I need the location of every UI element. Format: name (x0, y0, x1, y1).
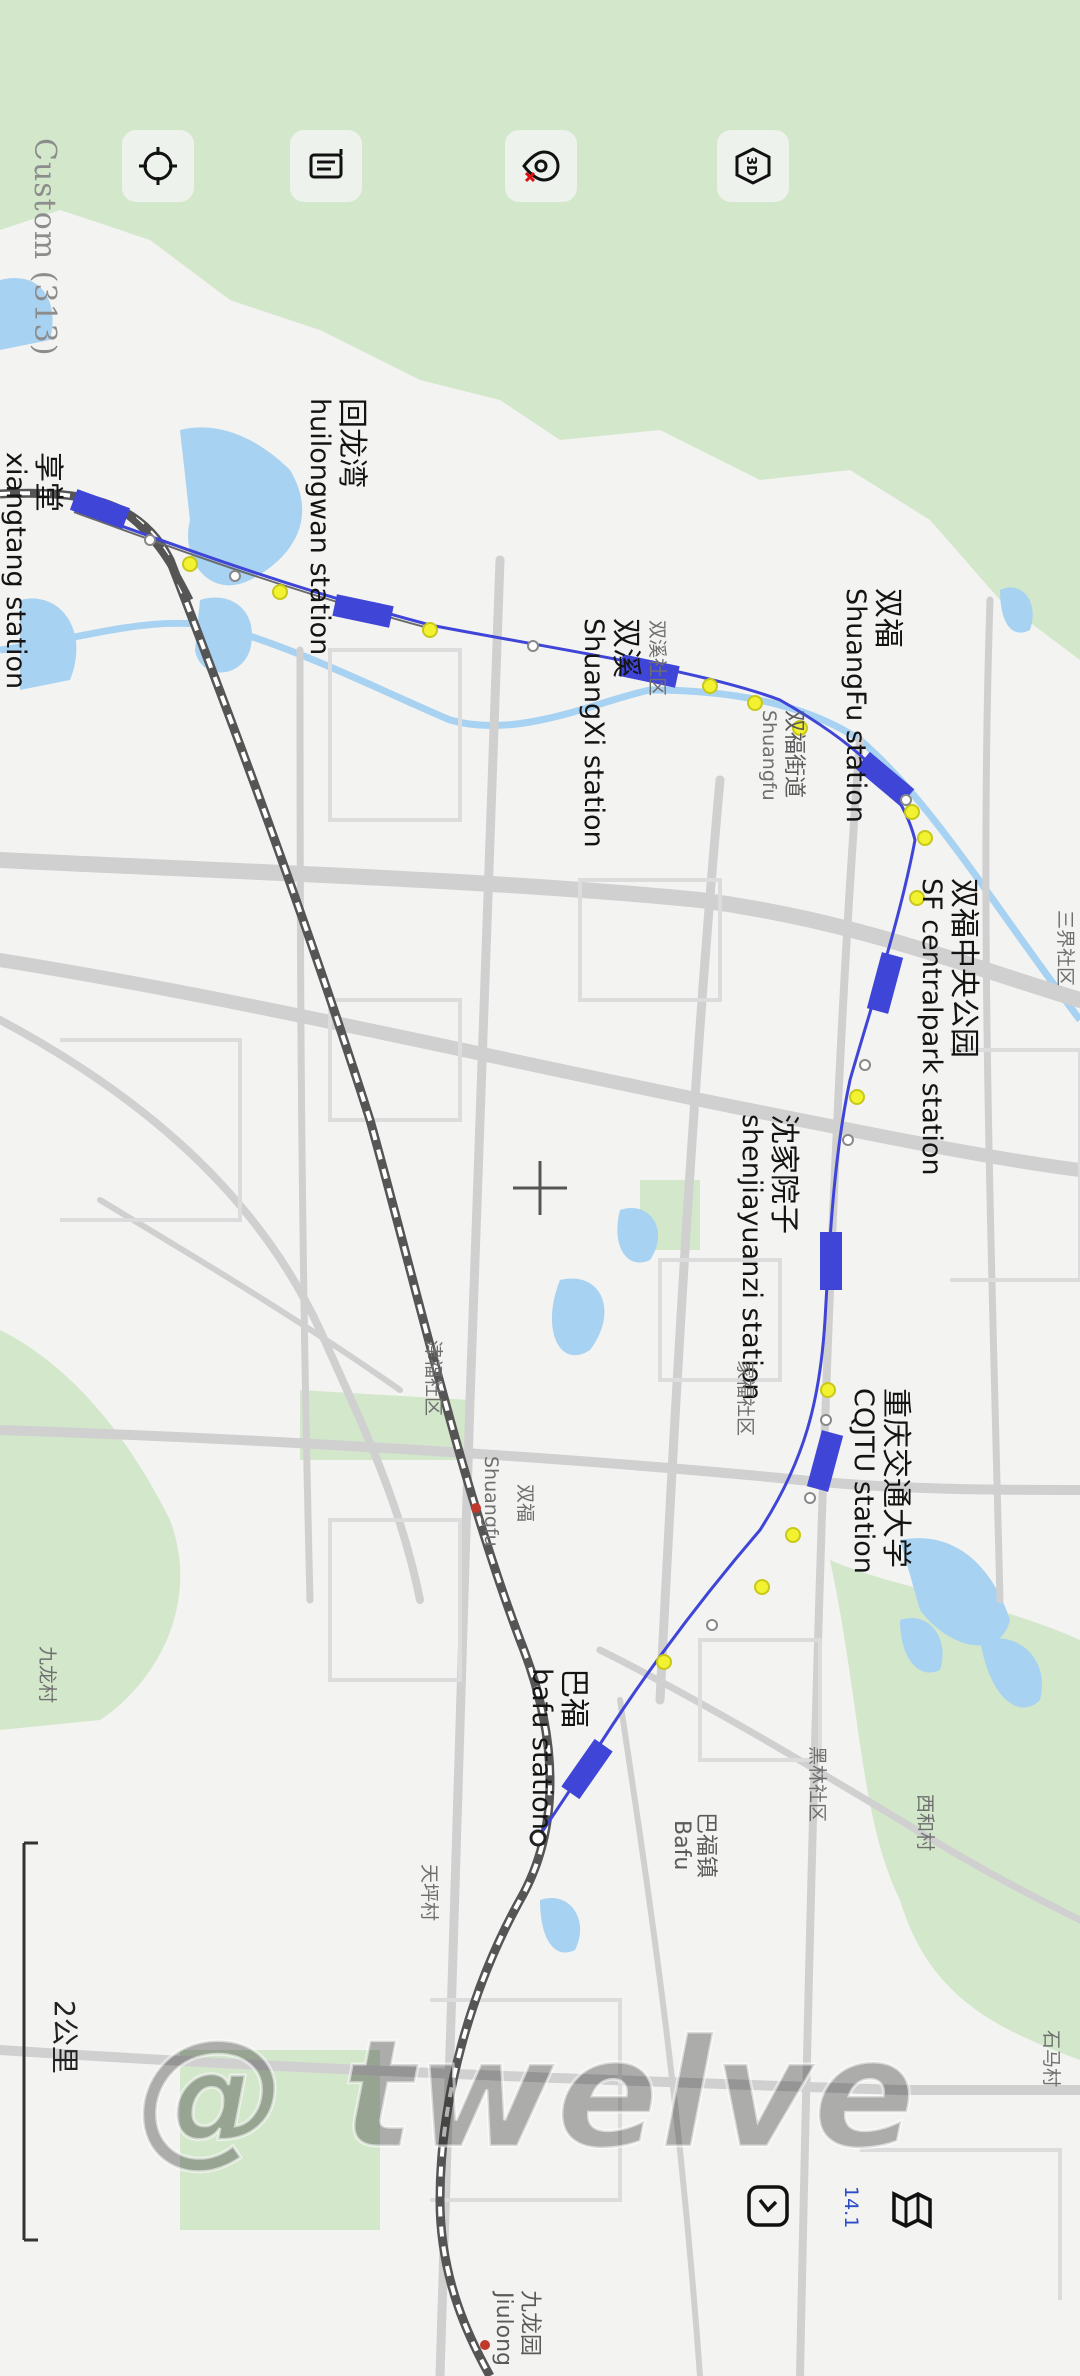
scale-label: 2公里 (48, 2000, 81, 2074)
station-cn: 享堂 (30, 452, 65, 512)
station-label-bafu[interactable]: 巴福 bafu station (526, 1668, 591, 1830)
watermark: @ twelve (134, 2007, 918, 2184)
center-crosshair-icon (513, 1161, 567, 1215)
place-jiulong-village: 九龙村 (36, 1646, 58, 1704)
station-en: SF centralpark station (916, 878, 948, 1176)
station-label-xiangtang[interactable]: 享堂 xiangtang station (0, 452, 65, 690)
station-label-sf-centralpark[interactable]: 双福中央公园 SF centralpark station (916, 878, 981, 1176)
place-bafu-en: Bafu (669, 1820, 694, 1871)
3d-view-button[interactable]: 3D (717, 130, 789, 202)
place-sanjie-community: 三界社区 (1054, 910, 1076, 987)
station-cn: 回龙湾 (334, 398, 369, 488)
place-shuangfu-cn: 双福 (514, 1484, 536, 1523)
station-label-shuangfu[interactable]: 双福 ShuangFu station (840, 588, 905, 823)
station-en: shenjiayuanzi station (736, 1114, 768, 1401)
compass-icon (747, 2185, 789, 2227)
station-en: ShuangXi station (578, 618, 610, 848)
place-shima-village: 石马村 (1040, 2030, 1062, 2088)
hide-location-button[interactable] (505, 130, 577, 202)
3d-cube-icon: 3D (735, 147, 771, 185)
place-shuangfu-rail: Shuangfu (480, 1456, 502, 1547)
place-shuangxi-community: 双溪社区 (646, 620, 668, 697)
svg-text:3D: 3D (743, 156, 758, 176)
route-list-icon (309, 149, 343, 179)
place-jiafu-community: 家福社区 (734, 1360, 756, 1437)
station-cn: 双溪 (608, 618, 643, 678)
station-cn: 重庆交通大学 (878, 1388, 913, 1568)
platform-sf-centralpark (866, 952, 904, 1014)
station-en: CQJTU station (848, 1388, 880, 1574)
zoom-level: 14.1 (840, 2186, 862, 2229)
place-jinfu-community: 津福社区 (422, 1340, 444, 1417)
crosshair-icon (139, 147, 177, 185)
location-off-icon (522, 150, 560, 183)
station-cn: 巴福 (556, 1668, 591, 1728)
station-label-shenjiayuanzi[interactable]: 沈家院子 shenjiayuanzi station (736, 1114, 801, 1401)
place-tianping-village: 天坪村 (418, 1864, 440, 1922)
place-shuangfu-en: Shuangfu (758, 710, 780, 801)
place-shuangfu-street: 双福街道 (781, 710, 806, 799)
station-label-cqjtu[interactable]: 重庆交通大学 CQJTU station (848, 1388, 913, 1574)
station-en: ShuangFu station (840, 588, 872, 823)
route-list-button[interactable] (290, 130, 362, 202)
place-heilin-community: 黑林社区 (806, 1746, 828, 1823)
rail-station-jiulong (480, 2340, 490, 2350)
scale-bar (22, 1841, 38, 2242)
custom-layer-label: Custom (313) (27, 138, 62, 357)
station-label-shuangxi[interactable]: 双溪 ShuangXi station (578, 618, 643, 848)
station-label-huilongwan[interactable]: 回龙湾 huilongwan station (304, 398, 369, 656)
place-bafu-town: 巴福镇 (693, 1812, 718, 1879)
platform-xiangtang (69, 489, 131, 529)
map-layers-button[interactable] (884, 2182, 940, 2238)
station-en: huilongwan station (304, 398, 336, 656)
place-jiulongyuan: 九龙园 (517, 2290, 542, 2357)
place-jiulong-en: Jiulong (491, 2292, 516, 2367)
station-en: bafu station (526, 1668, 558, 1830)
station-cn: 双福 (870, 588, 905, 648)
grey-markers (144, 534, 912, 1631)
map-layers-icon (892, 2191, 932, 2229)
station-cn: 双福中央公园 (946, 878, 981, 1058)
station-cn: 沈家院子 (766, 1114, 801, 1234)
bafu-rail-marker (529, 1829, 547, 1847)
station-en: xiangtang station (0, 452, 32, 690)
place-xihe-village: 西和村 (914, 1794, 936, 1852)
compass-button[interactable] (742, 2180, 794, 2232)
map-view[interactable]: Custom (313) 3D 享堂 xiangtang station 回龙湾… (0, 0, 1080, 2376)
platform-shenjiayuanzi (820, 1232, 842, 1290)
locate-button[interactable] (122, 130, 194, 202)
